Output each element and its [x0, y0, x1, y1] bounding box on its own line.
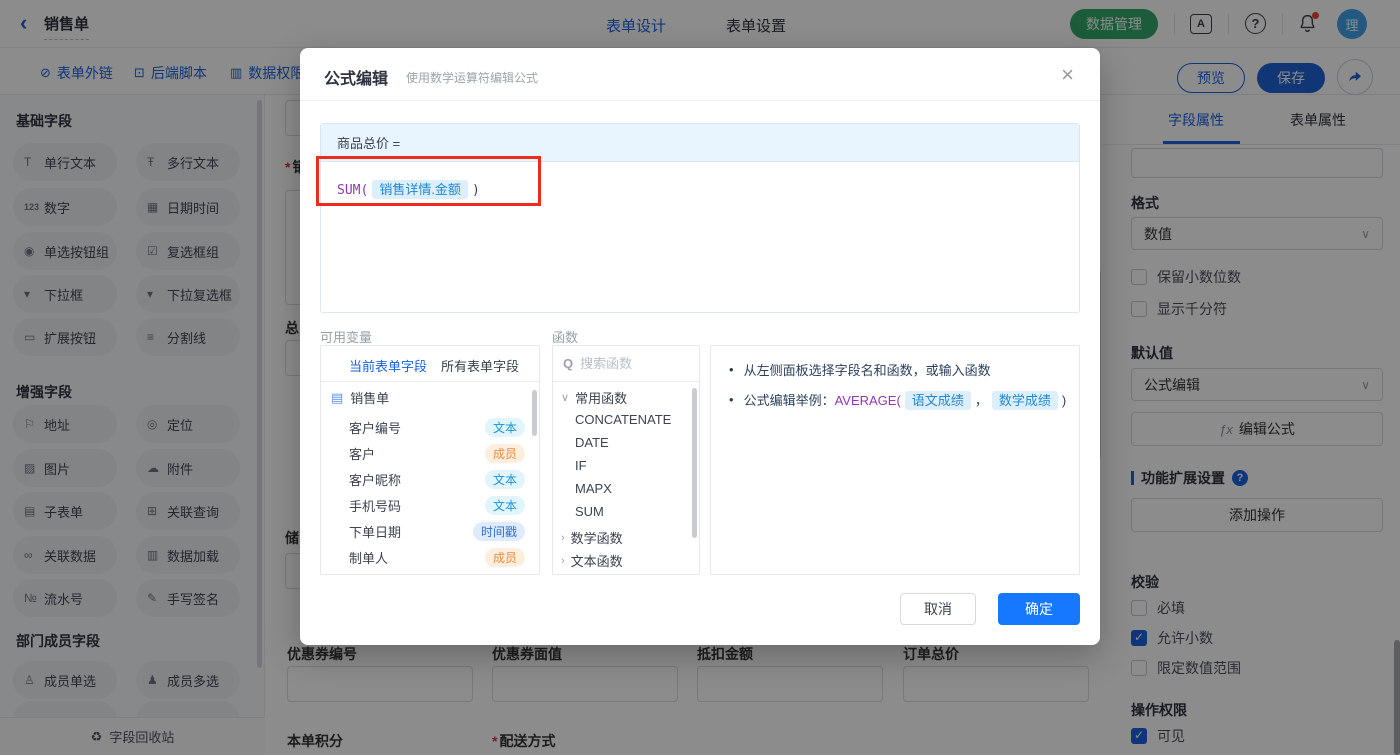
group-common-functions[interactable]: ∨ 常用函数 — [561, 388, 627, 407]
red-annotation-box — [316, 156, 541, 206]
function-date[interactable]: DATE — [575, 435, 609, 450]
example-chip-chinese: 语文成绩 — [904, 391, 971, 410]
function-search-input[interactable] — [580, 356, 681, 371]
functions-scrollbar[interactable] — [692, 388, 697, 538]
function-mapx[interactable]: MAPX — [575, 481, 612, 496]
help-panel: • 从左侧面板选择字段名和函数，或输入函数 • 公式编辑举例：AVERAGE(语… — [710, 345, 1080, 575]
variable-phone-number[interactable]: 手机号码 文本 — [349, 492, 525, 518]
variable-order-date[interactable]: 下单日期 时间戳 — [349, 518, 525, 544]
type-badge: 文本 — [484, 469, 525, 489]
group-math-functions[interactable]: › 数学函数 — [561, 528, 623, 547]
form-tree-root[interactable]: ▤ 销售单 — [331, 388, 389, 407]
type-badge: 成员 — [484, 547, 525, 567]
chevron-right-icon: › — [561, 554, 565, 567]
function-if[interactable]: IF — [575, 458, 587, 473]
document-icon: ▤ — [331, 389, 344, 405]
chevron-right-icon: › — [561, 531, 565, 544]
variables-label: 可用变量 — [320, 330, 373, 345]
dialog-title: 公式编辑 — [324, 71, 389, 88]
variable-order-creator[interactable]: 制单人 成员 — [349, 544, 525, 570]
variable-customer-nickname[interactable]: 客户昵称 文本 — [349, 466, 525, 492]
divider — [300, 100, 1100, 101]
variables-scrollbar[interactable] — [532, 390, 537, 436]
example-function-name: AVERAGE( — [834, 393, 901, 408]
function-concatenate[interactable]: CONCATENATE — [575, 412, 671, 427]
cancel-button[interactable]: 取消 — [900, 593, 976, 625]
variables-tabs: 当前表单字段 所有表单字段 — [321, 346, 539, 382]
chevron-down-icon: ∨ — [561, 392, 570, 404]
example-chip-math: 数学成绩 — [991, 391, 1058, 410]
type-badge: 文本 — [484, 495, 525, 515]
variable-customer[interactable]: 客户 成员 — [349, 440, 525, 466]
help-tip-1: • 从左侧面板选择字段名和函数，或输入函数 — [729, 362, 991, 378]
type-badge: 成员 — [484, 443, 525, 463]
close-icon[interactable]: × — [1061, 62, 1074, 88]
dialog-subtitle: 使用数学运算符编辑公式 — [406, 71, 539, 85]
variable-customer-number[interactable]: 客户编号 文本 — [349, 414, 525, 440]
function-search[interactable]: Q — [553, 346, 699, 382]
group-text-functions[interactable]: › 文本函数 — [561, 551, 623, 570]
type-badge: 时间戳 — [472, 521, 525, 541]
formula-editor[interactable]: 商品总价 = SUM(销售详情.金额) — [320, 123, 1080, 313]
help-tip-2: • 公式编辑举例：AVERAGE(语文成绩，数学成绩) — [729, 391, 1067, 410]
tab-current-form-fields[interactable]: 当前表单字段 — [349, 356, 427, 375]
formula-edit-dialog: 公式编辑 使用数学运算符编辑公式 × 商品总价 = SUM(销售详情.金额) 可… — [300, 48, 1100, 645]
tab-all-form-fields[interactable]: 所有表单字段 — [441, 356, 519, 375]
functions-panel: Q ∨ 常用函数 CONCATENATE DATE IF MAPX SUM › … — [552, 345, 700, 575]
type-badge: 文本 — [484, 417, 525, 437]
variables-panel: 当前表单字段 所有表单字段 ▤ 销售单 客户编号 文本 客户 成员 客户昵称 文本 手… — [320, 345, 540, 575]
functions-label: 函数 — [552, 330, 579, 345]
search-icon: Q — [563, 356, 574, 371]
function-sum[interactable]: SUM — [575, 504, 604, 519]
confirm-button[interactable]: 确定 — [998, 593, 1080, 625]
